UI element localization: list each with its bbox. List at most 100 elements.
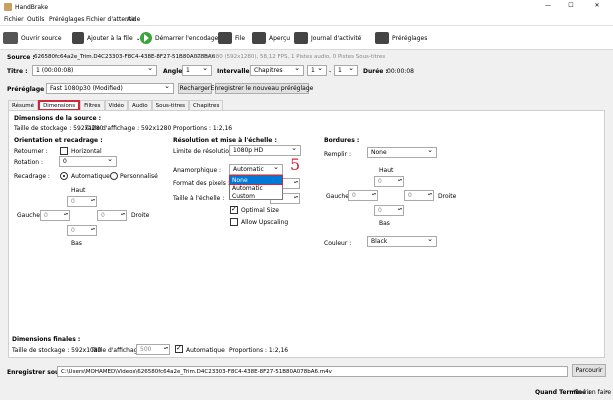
save-new-preset-button[interactable]: Enregistrer le nouveau préréglage: [211, 83, 313, 94]
crop-auto-radio[interactable]: [60, 172, 68, 180]
interval-to-select[interactable]: 1: [334, 65, 358, 76]
crop-top-label: Haut: [71, 187, 86, 194]
anamorphic-option-custom[interactable]: Custom: [230, 192, 282, 200]
rotation-label: Rotation :: [14, 159, 44, 166]
anamorphic-label: Anamorphique :: [173, 167, 222, 174]
crop-top-value: 0: [71, 198, 75, 205]
border-bottom-value: 0: [378, 207, 382, 214]
border-right-value: 0: [408, 192, 412, 199]
crop-custom-radio[interactable]: [110, 172, 118, 180]
crop-right-value: 0: [101, 212, 105, 219]
crop-left-input[interactable]: 0: [40, 210, 70, 221]
title-bar: HandBrake — ☐ ✕: [0, 0, 613, 14]
border-color-select[interactable]: Black: [367, 236, 437, 247]
preset-select[interactable]: Fast 1080p30 (Modified): [46, 83, 174, 94]
final-display-input[interactable]: 500: [136, 344, 170, 355]
border-left-input[interactable]: 0: [348, 190, 378, 201]
source-ratio: Proportions : 1:2,16: [173, 125, 233, 132]
fill-label: Remplir :: [324, 151, 351, 158]
start-encode-label: Démarrer l'encodage: [155, 34, 219, 42]
flip-label: Retourner :: [14, 148, 48, 155]
rotation-select[interactable]: 0: [59, 156, 117, 167]
fill-select[interactable]: None: [367, 147, 437, 158]
queue-button[interactable]: File: [218, 30, 245, 46]
crop-bottom-input[interactable]: 0: [67, 225, 97, 236]
title-label: Titre :: [7, 68, 28, 75]
add-queue-button[interactable]: Ajouter à la file ⌄: [72, 30, 141, 46]
browse-button[interactable]: Parcourir: [572, 364, 606, 377]
border-top-input[interactable]: 0: [374, 176, 404, 187]
resolution-title: Résolution et mise à l'échelle :: [173, 137, 277, 144]
border-bottom-input[interactable]: 0: [374, 205, 404, 216]
queue-label: File: [235, 34, 246, 42]
pixel-format-label: Format des pixels :: [173, 180, 230, 187]
add-queue-icon: [72, 32, 84, 44]
reload-label: Recharger: [179, 85, 211, 92]
maximize-icon[interactable]: ☐: [566, 2, 576, 9]
menu-tools[interactable]: Outils: [27, 16, 44, 23]
borders-title: Bordures :: [324, 137, 360, 144]
tab-filters[interactable]: Filtres: [80, 100, 105, 110]
title-select[interactable]: 1 (00:00:08): [32, 65, 157, 76]
reload-button[interactable]: Recharger: [178, 83, 212, 94]
crop-top-input[interactable]: 0: [67, 196, 97, 207]
minimize-icon[interactable]: —: [543, 2, 553, 9]
open-source-button[interactable]: Ouvrir source: [3, 30, 62, 46]
interval-label: Intervalle :: [217, 68, 255, 75]
preview-label: Aperçu: [269, 34, 291, 42]
menu-help[interactable]: Aide: [127, 16, 140, 23]
save-path-input[interactable]: C:\Users\MOHAMED\Videos\626580fc64a2e_Tr…: [57, 366, 568, 377]
crop-right-input[interactable]: 0: [97, 210, 127, 221]
interval-from-select[interactable]: 1: [307, 65, 327, 76]
tab-audio[interactable]: Audio: [127, 100, 152, 110]
add-queue-label: Ajouter à la file: [87, 34, 133, 42]
tab-video-label: Vidéo: [108, 102, 124, 109]
border-top-label: Haut: [379, 167, 394, 174]
orientation-title: Orientation et recadrage :: [14, 137, 103, 144]
menu-file[interactable]: Fichier: [4, 16, 24, 23]
preview-button[interactable]: Aperçu: [252, 30, 290, 46]
optimal-size-checkbox[interactable]: [230, 205, 238, 214]
preview-icon: [252, 32, 266, 44]
anamorphic-select[interactable]: Automatic: [229, 164, 283, 175]
anamorphic-option-automatic[interactable]: Automatic: [230, 184, 282, 192]
presets-button[interactable]: Préréglages: [375, 30, 427, 46]
save-new-preset-label: Enregistrer le nouveau préréglage: [210, 85, 314, 92]
tab-summary[interactable]: Résumé: [8, 100, 39, 110]
angle-select-value: 1: [186, 67, 190, 74]
crop-bottom-value: 0: [71, 227, 75, 234]
activity-log-button[interactable]: Journal d'activité: [294, 30, 361, 46]
open-source-icon: [3, 32, 18, 44]
window-title: HandBrake: [15, 4, 49, 11]
close-icon[interactable]: ✕: [592, 2, 602, 9]
anamorphic-dropdown-list: None Automatic Custom: [229, 175, 283, 200]
rotation-select-value: 0: [63, 158, 67, 165]
step-annotation: 5: [290, 155, 301, 174]
menu-presets[interactable]: Préréglages: [49, 16, 84, 23]
start-encode-button[interactable]: Démarrer l'encodage: [140, 30, 218, 46]
tab-summary-label: Résumé: [12, 102, 35, 109]
tab-chapters[interactable]: Chapitres: [189, 100, 224, 110]
tab-subtitles[interactable]: Sous-titres: [151, 100, 190, 110]
source-display-size: Taille d'affichage : 592x1280: [85, 125, 172, 132]
crop-auto-label: Automatique: [71, 173, 110, 180]
tab-dimensions-label: Dimensions: [43, 102, 76, 109]
title-select-value: 1 (00:00:08): [36, 67, 74, 74]
optimal-size-label: Optimal Size: [241, 207, 279, 214]
final-auto-checkbox[interactable]: [175, 344, 183, 353]
tab-audio-label: Audio: [131, 102, 148, 109]
flip-horizontal-label: Horizontal: [71, 148, 102, 155]
anamorphic-option-none[interactable]: None: [229, 175, 283, 185]
crop-bottom-label: Bas: [71, 240, 82, 247]
duration-label: Durée :: [363, 68, 388, 75]
tab-video[interactable]: Vidéo: [104, 100, 128, 110]
allow-upscaling-checkbox[interactable]: [230, 218, 238, 226]
tab-bar: Résumé Dimensions Filtres Vidéo Audio So…: [8, 100, 224, 111]
chevron-down-icon: ⌄: [604, 387, 610, 394]
final-display-value: 500: [140, 346, 152, 353]
fill-select-value: None: [371, 149, 387, 156]
interval-select[interactable]: Chapitres: [250, 65, 304, 76]
border-right-input[interactable]: 0: [404, 190, 434, 201]
flip-horizontal-checkbox[interactable]: [60, 147, 68, 155]
angle-select[interactable]: 1: [182, 65, 212, 76]
